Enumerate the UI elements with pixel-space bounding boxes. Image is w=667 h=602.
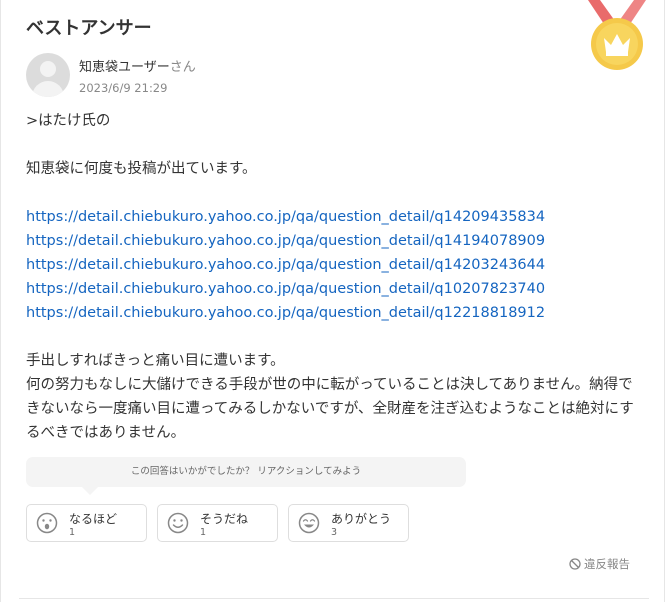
reaction-label: そうだね <box>200 512 249 526</box>
report-label: 違反報告 <box>584 557 630 571</box>
reaction-button-soudane[interactable]: そうだね 1 <box>157 504 278 542</box>
smile-face-icon <box>167 512 189 534</box>
reaction-count: 3 <box>331 527 338 538</box>
answer-body: >はたけ氏の 知恵袋に何度も投稿が出ています。 https://detail.c… <box>26 109 646 445</box>
reaction-count: 1 <box>69 527 76 538</box>
question-link[interactable]: https://detail.chiebukuro.yahoo.co.jp/qa… <box>26 205 646 229</box>
question-link[interactable]: https://detail.chiebukuro.yahoo.co.jp/qa… <box>26 253 646 277</box>
answer-intro: >はたけ氏の <box>26 113 111 129</box>
answer-line: 知恵袋に何度も投稿が出ています。 <box>26 161 257 177</box>
reaction-prompt-tail <box>82 487 98 495</box>
question-link[interactable]: https://detail.chiebukuro.yahoo.co.jp/qa… <box>26 229 646 253</box>
reaction-label: なるほど <box>69 512 118 526</box>
user-name[interactable]: 知恵袋ユーザーさん <box>79 56 196 75</box>
answer-date: 2023/6/9 21:29 <box>79 81 168 95</box>
best-answer-card: ベストアンサー 知恵袋ユーザーさん 2023/6/9 21:29 >はたけ氏の … <box>0 0 665 602</box>
divider <box>19 598 649 599</box>
reaction-label: ありがとう <box>331 512 392 526</box>
question-link[interactable]: https://detail.chiebukuro.yahoo.co.jp/qa… <box>26 277 646 301</box>
surprised-face-icon <box>36 512 58 534</box>
reaction-count: 1 <box>200 527 207 538</box>
best-answer-medal-icon <box>588 0 646 70</box>
reaction-button-arigatou[interactable]: ありがとう 3 <box>288 504 409 542</box>
section-title: ベストアンサー <box>26 18 152 39</box>
answer-paragraph: 何の努力もなしに大儲けできる手段が世の中に転がっていることは決してありません。納… <box>26 377 634 441</box>
avatar[interactable] <box>26 53 70 97</box>
report-violation-link[interactable]: 違反報告 <box>569 556 630 572</box>
prohibited-icon <box>569 558 581 570</box>
happy-face-icon <box>298 512 320 534</box>
answer-paragraph: 手出しすればきっと痛い目に遭います。 <box>26 353 285 369</box>
reaction-prompt: この回答はいかがでしたか？ リアクションしてみよう <box>26 457 466 487</box>
question-link[interactable]: https://detail.chiebukuro.yahoo.co.jp/qa… <box>26 301 646 325</box>
reaction-button-naruhodo[interactable]: なるほど 1 <box>26 504 147 542</box>
